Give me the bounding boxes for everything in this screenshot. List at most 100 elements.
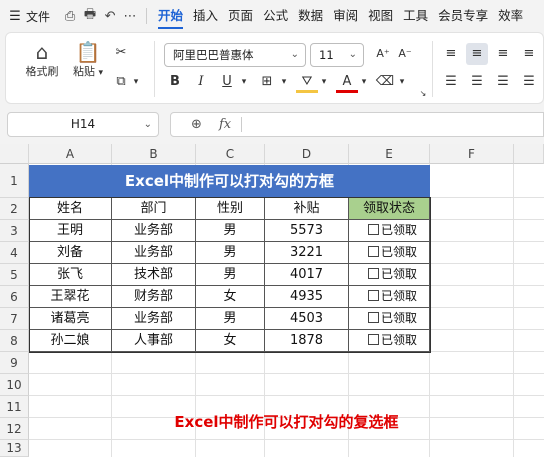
checkbox[interactable] xyxy=(367,312,379,323)
cell-gender[interactable]: 男 xyxy=(196,242,265,264)
cell-subsidy[interactable]: 3221 xyxy=(265,242,349,264)
row-header[interactable]: 11 xyxy=(0,396,29,418)
tab-tools[interactable]: 工具 xyxy=(398,0,433,32)
underline-button[interactable]: U xyxy=(216,71,238,93)
cell-gender[interactable]: 男 xyxy=(196,264,265,286)
fx-icon[interactable]: fx xyxy=(219,113,231,136)
column-header-e[interactable]: E xyxy=(349,144,430,164)
align-bottom-icon[interactable]: ≡ xyxy=(492,43,514,65)
font-dialog-launcher-icon[interactable]: ↘ xyxy=(418,89,428,99)
chevron-down-icon[interactable]: ▾ xyxy=(238,71,250,93)
select-all-corner[interactable] xyxy=(0,144,29,164)
row-header[interactable]: 1 xyxy=(0,164,29,198)
clear-format-icon[interactable]: ⌫ xyxy=(374,71,396,93)
column-header-f[interactable]: F xyxy=(430,144,514,164)
tab-review[interactable]: 审阅 xyxy=(328,0,363,32)
cell-subsidy[interactable]: 4935 xyxy=(265,286,349,308)
tab-formulas[interactable]: 公式 xyxy=(258,0,293,32)
name-box[interactable]: H14 ⌄ xyxy=(7,112,159,137)
cell-gender[interactable]: 男 xyxy=(196,220,265,242)
row-header[interactable]: 3 xyxy=(0,220,29,242)
row-header[interactable]: 13 xyxy=(0,440,29,457)
checkbox[interactable] xyxy=(367,246,379,257)
cell-dept[interactable]: 业务部 xyxy=(112,242,196,264)
font-size-select[interactable]: 11 ⌄ xyxy=(310,43,364,67)
font-name-select[interactable]: 阿里巴巴普惠体 ⌄ xyxy=(164,43,306,67)
fill-color-icon[interactable]: ⛛ xyxy=(296,71,318,93)
format-painter-button[interactable]: ⌂ 格式刷 xyxy=(22,41,62,79)
cell-status[interactable]: 已领取 xyxy=(349,330,430,352)
cell-gender[interactable]: 男 xyxy=(196,308,265,330)
header-gender[interactable]: 性别 xyxy=(196,198,265,220)
decrease-font-icon[interactable]: A⁻ xyxy=(394,43,416,65)
checkbox[interactable] xyxy=(367,290,379,301)
align-middle-icon[interactable]: ≡ xyxy=(466,43,488,65)
cell-subsidy[interactable]: 4017 xyxy=(265,264,349,286)
cell-dept[interactable]: 财务部 xyxy=(112,286,196,308)
cell-name[interactable]: 王明 xyxy=(29,220,112,242)
cell-name[interactable]: 诸葛亮 xyxy=(29,308,112,330)
cut-icon[interactable]: ✂ xyxy=(110,42,132,64)
align-top-icon[interactable]: ≡ xyxy=(440,43,462,65)
cell-status[interactable]: 已领取 xyxy=(349,286,430,308)
cell-gender[interactable]: 女 xyxy=(196,330,265,352)
chevron-down-icon[interactable]: ▾ xyxy=(358,71,370,93)
header-status[interactable]: 领取状态 xyxy=(349,198,430,220)
cell-name[interactable]: 张飞 xyxy=(29,264,112,286)
checkbox[interactable] xyxy=(367,334,379,345)
zoom-formula-icon[interactable]: ⊕ xyxy=(191,113,202,136)
header-dept[interactable]: 部门 xyxy=(112,198,196,220)
cell-dept[interactable]: 人事部 xyxy=(112,330,196,352)
row-header[interactable]: 5 xyxy=(0,264,29,286)
row-header[interactable]: 10 xyxy=(0,374,29,396)
tab-efficiency[interactable]: 效率 xyxy=(493,0,528,32)
print-icon[interactable]: 🖶 xyxy=(80,5,100,27)
copy-icon[interactable]: ⧉ xyxy=(110,71,132,93)
cell-name[interactable]: 孙二娘 xyxy=(29,330,112,352)
italic-button[interactable]: I xyxy=(190,71,212,93)
checkbox[interactable] xyxy=(367,224,379,235)
row-header[interactable]: 6 xyxy=(0,286,29,308)
cell-dept[interactable]: 技术部 xyxy=(112,264,196,286)
file-menu[interactable]: 文件 xyxy=(26,8,50,25)
align-center-icon[interactable]: ☰ xyxy=(466,71,488,93)
cell-name[interactable]: 王翠花 xyxy=(29,286,112,308)
row-header[interactable]: 2 xyxy=(0,198,29,220)
bold-button[interactable]: B xyxy=(164,71,186,93)
chevron-down-icon[interactable]: ▾ xyxy=(278,71,290,93)
chevron-down-icon[interactable]: ▾ xyxy=(130,71,142,93)
tab-home[interactable]: 开始 xyxy=(153,0,188,32)
column-header-a[interactable]: A xyxy=(29,144,112,164)
table-title[interactable]: Excel中制作可以打对勾的方框 xyxy=(29,165,430,198)
checkbox[interactable] xyxy=(367,268,379,279)
row-header[interactable]: 8 xyxy=(0,330,29,352)
tab-data[interactable]: 数据 xyxy=(293,0,328,32)
row-header[interactable]: 12 xyxy=(0,418,29,440)
cell-subsidy[interactable]: 1878 xyxy=(265,330,349,352)
cell-dept[interactable]: 业务部 xyxy=(112,220,196,242)
column-header-d[interactable]: D xyxy=(265,144,349,164)
chevron-down-icon[interactable]: ▾ xyxy=(396,71,408,93)
cell-name[interactable]: 刘备 xyxy=(29,242,112,264)
cell-gender[interactable]: 女 xyxy=(196,286,265,308)
align-right-icon[interactable]: ☰ xyxy=(492,71,514,93)
font-color-icon[interactable]: A xyxy=(336,71,358,93)
wrap-text-icon[interactable]: ≡ xyxy=(518,43,540,65)
row-header[interactable]: 4 xyxy=(0,242,29,264)
tab-view[interactable]: 视图 xyxy=(363,0,398,32)
undo-icon[interactable]: ↶ xyxy=(100,9,120,24)
tab-member[interactable]: 会员专享 xyxy=(433,0,493,32)
paste-button[interactable]: 📋 粘贴 ▾ xyxy=(68,41,108,79)
header-name[interactable]: 姓名 xyxy=(29,198,112,220)
align-left-icon[interactable]: ☰ xyxy=(440,71,462,93)
justify-icon[interactable]: ☰ xyxy=(518,71,540,93)
cell-status[interactable]: 已领取 xyxy=(349,220,430,242)
formula-input[interactable]: ⊕ fx xyxy=(170,112,544,137)
cell-subsidy[interactable]: 5573 xyxy=(265,220,349,242)
borders-icon[interactable]: ⊞ xyxy=(256,71,278,93)
cell-status[interactable]: 已领取 xyxy=(349,264,430,286)
more-icon[interactable]: ⋯ xyxy=(120,9,140,24)
tab-page[interactable]: 页面 xyxy=(223,0,258,32)
caption-text[interactable]: Excel中制作可以打对勾的复选框 xyxy=(29,411,544,432)
cell-subsidy[interactable]: 4503 xyxy=(265,308,349,330)
